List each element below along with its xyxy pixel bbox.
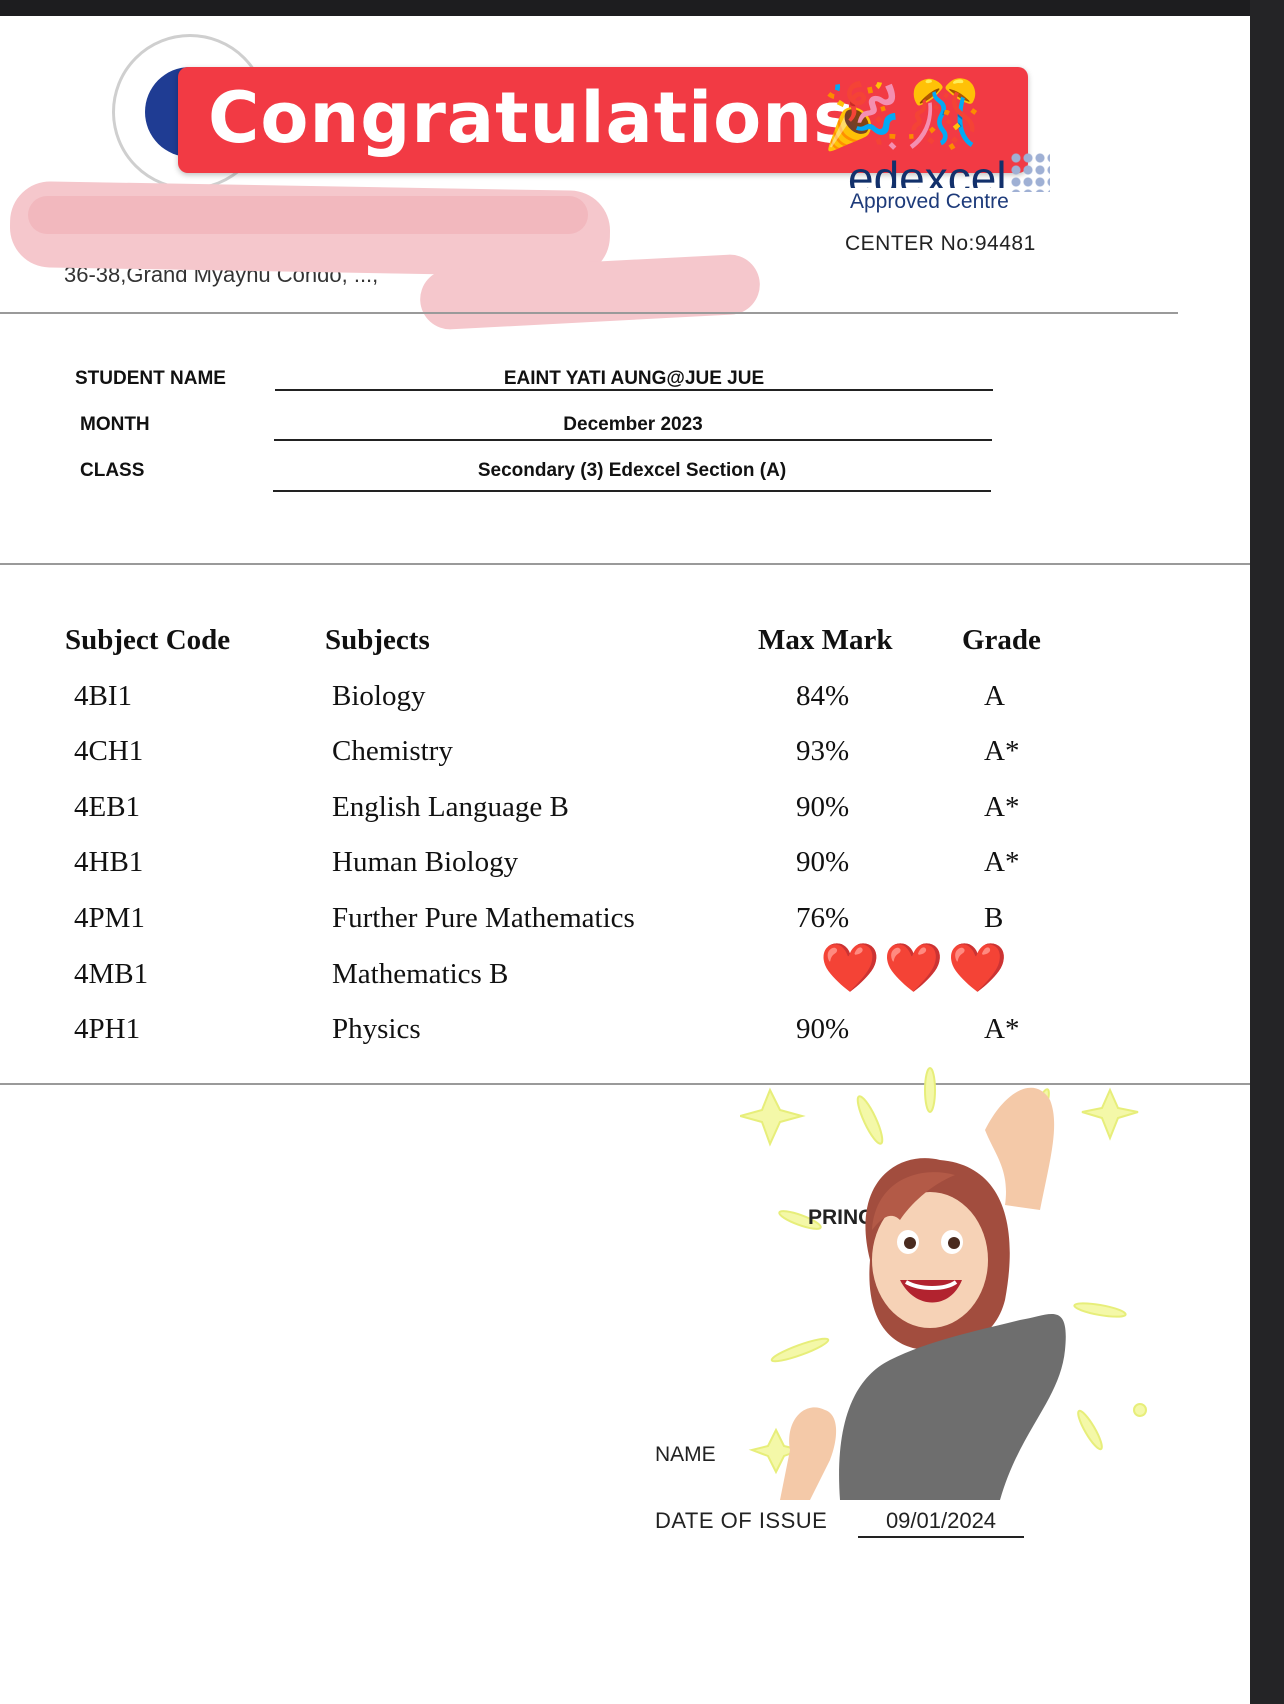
subject-name: English Language B xyxy=(332,791,569,823)
max-mark: 90% xyxy=(796,1013,850,1045)
subject-code: 4CH1 xyxy=(74,735,144,767)
max-mark: 90% xyxy=(796,791,850,823)
table-row: 4BI1 Biology 84% A xyxy=(0,680,1250,736)
student-name-underline xyxy=(275,389,993,391)
subject-code: 4MB1 xyxy=(74,958,149,990)
subject-code: 4HB1 xyxy=(74,846,144,878)
hearts-sticker-icon: ❤️❤️❤️ xyxy=(820,940,1012,996)
class-label: CLASS xyxy=(80,460,145,481)
header-divider xyxy=(0,312,1178,314)
header-grade: Grade xyxy=(962,624,1041,656)
student-name-value: EAINT YATI AUNG@JUE JUE xyxy=(503,368,765,389)
subject-name: Mathematics B xyxy=(332,958,509,990)
grade: A* xyxy=(984,735,1020,767)
header-subject-code: Subject Code xyxy=(65,624,231,656)
grade: B xyxy=(984,902,1004,934)
party-popper-icon: 🎉 xyxy=(822,80,902,154)
student-name-label: STUDENT NAME xyxy=(75,368,226,389)
class-value: Secondary (3) Edexcel Section (A) xyxy=(477,460,787,481)
redaction-smudge xyxy=(28,196,588,234)
top-dark-bar xyxy=(0,0,1284,16)
subject-code: 4PM1 xyxy=(74,902,145,934)
celebrating-avatar-sticker xyxy=(780,1087,1066,1500)
approved-centre-label: Approved Centre xyxy=(850,190,1009,213)
table-row: 4MB1 Mathematics B xyxy=(0,958,1250,1014)
banner-text: Congratulations xyxy=(208,77,856,159)
subject-code: 4BI1 xyxy=(74,680,132,712)
month-underline xyxy=(274,439,992,441)
edexcel-dots-icon xyxy=(1010,152,1050,192)
grade: A* xyxy=(984,1013,1020,1045)
subject-name: Human Biology xyxy=(332,846,519,878)
subject-name: Physics xyxy=(332,1013,421,1045)
class-underline xyxy=(273,490,991,492)
header-subjects: Subjects xyxy=(325,624,430,656)
month-label: MONTH xyxy=(80,414,150,435)
date-of-issue-label: DATE OF ISSUE xyxy=(655,1508,828,1533)
subject-name: Biology xyxy=(332,680,426,712)
max-mark: 84% xyxy=(796,680,850,712)
table-row: 4PM1 Further Pure Mathematics 76% B xyxy=(0,902,1250,958)
edexcel-logo-text: edexcel xyxy=(848,158,1007,188)
center-number: CENTER No:94481 xyxy=(845,232,1036,255)
max-mark: 93% xyxy=(796,735,850,767)
max-mark: 90% xyxy=(796,846,850,878)
name-label: NAME xyxy=(655,1443,716,1466)
table-row: 4HB1 Human Biology 90% A* xyxy=(0,846,1250,902)
subject-code: 4EB1 xyxy=(74,791,141,823)
grade: A xyxy=(984,680,1005,712)
table-row: 4CH1 Chemistry 93% A* xyxy=(0,735,1250,791)
subject-name: Further Pure Mathematics xyxy=(332,902,635,934)
header-max-mark: Max Mark xyxy=(758,624,893,656)
grade: A* xyxy=(984,791,1020,823)
month-value: December 2023 xyxy=(563,414,703,435)
date-of-issue-value: 09/01/2024 xyxy=(858,1508,1024,1538)
max-mark: 76% xyxy=(796,902,850,934)
subject-code: 4PH1 xyxy=(74,1013,141,1045)
confetti-icon: 🎊 xyxy=(904,78,984,152)
info-divider xyxy=(0,563,1250,565)
table-row: 4EB1 English Language B 90% A* xyxy=(0,791,1250,847)
right-dark-bar xyxy=(1250,0,1284,1704)
subject-name: Chemistry xyxy=(332,735,453,767)
grade: A* xyxy=(984,846,1020,878)
